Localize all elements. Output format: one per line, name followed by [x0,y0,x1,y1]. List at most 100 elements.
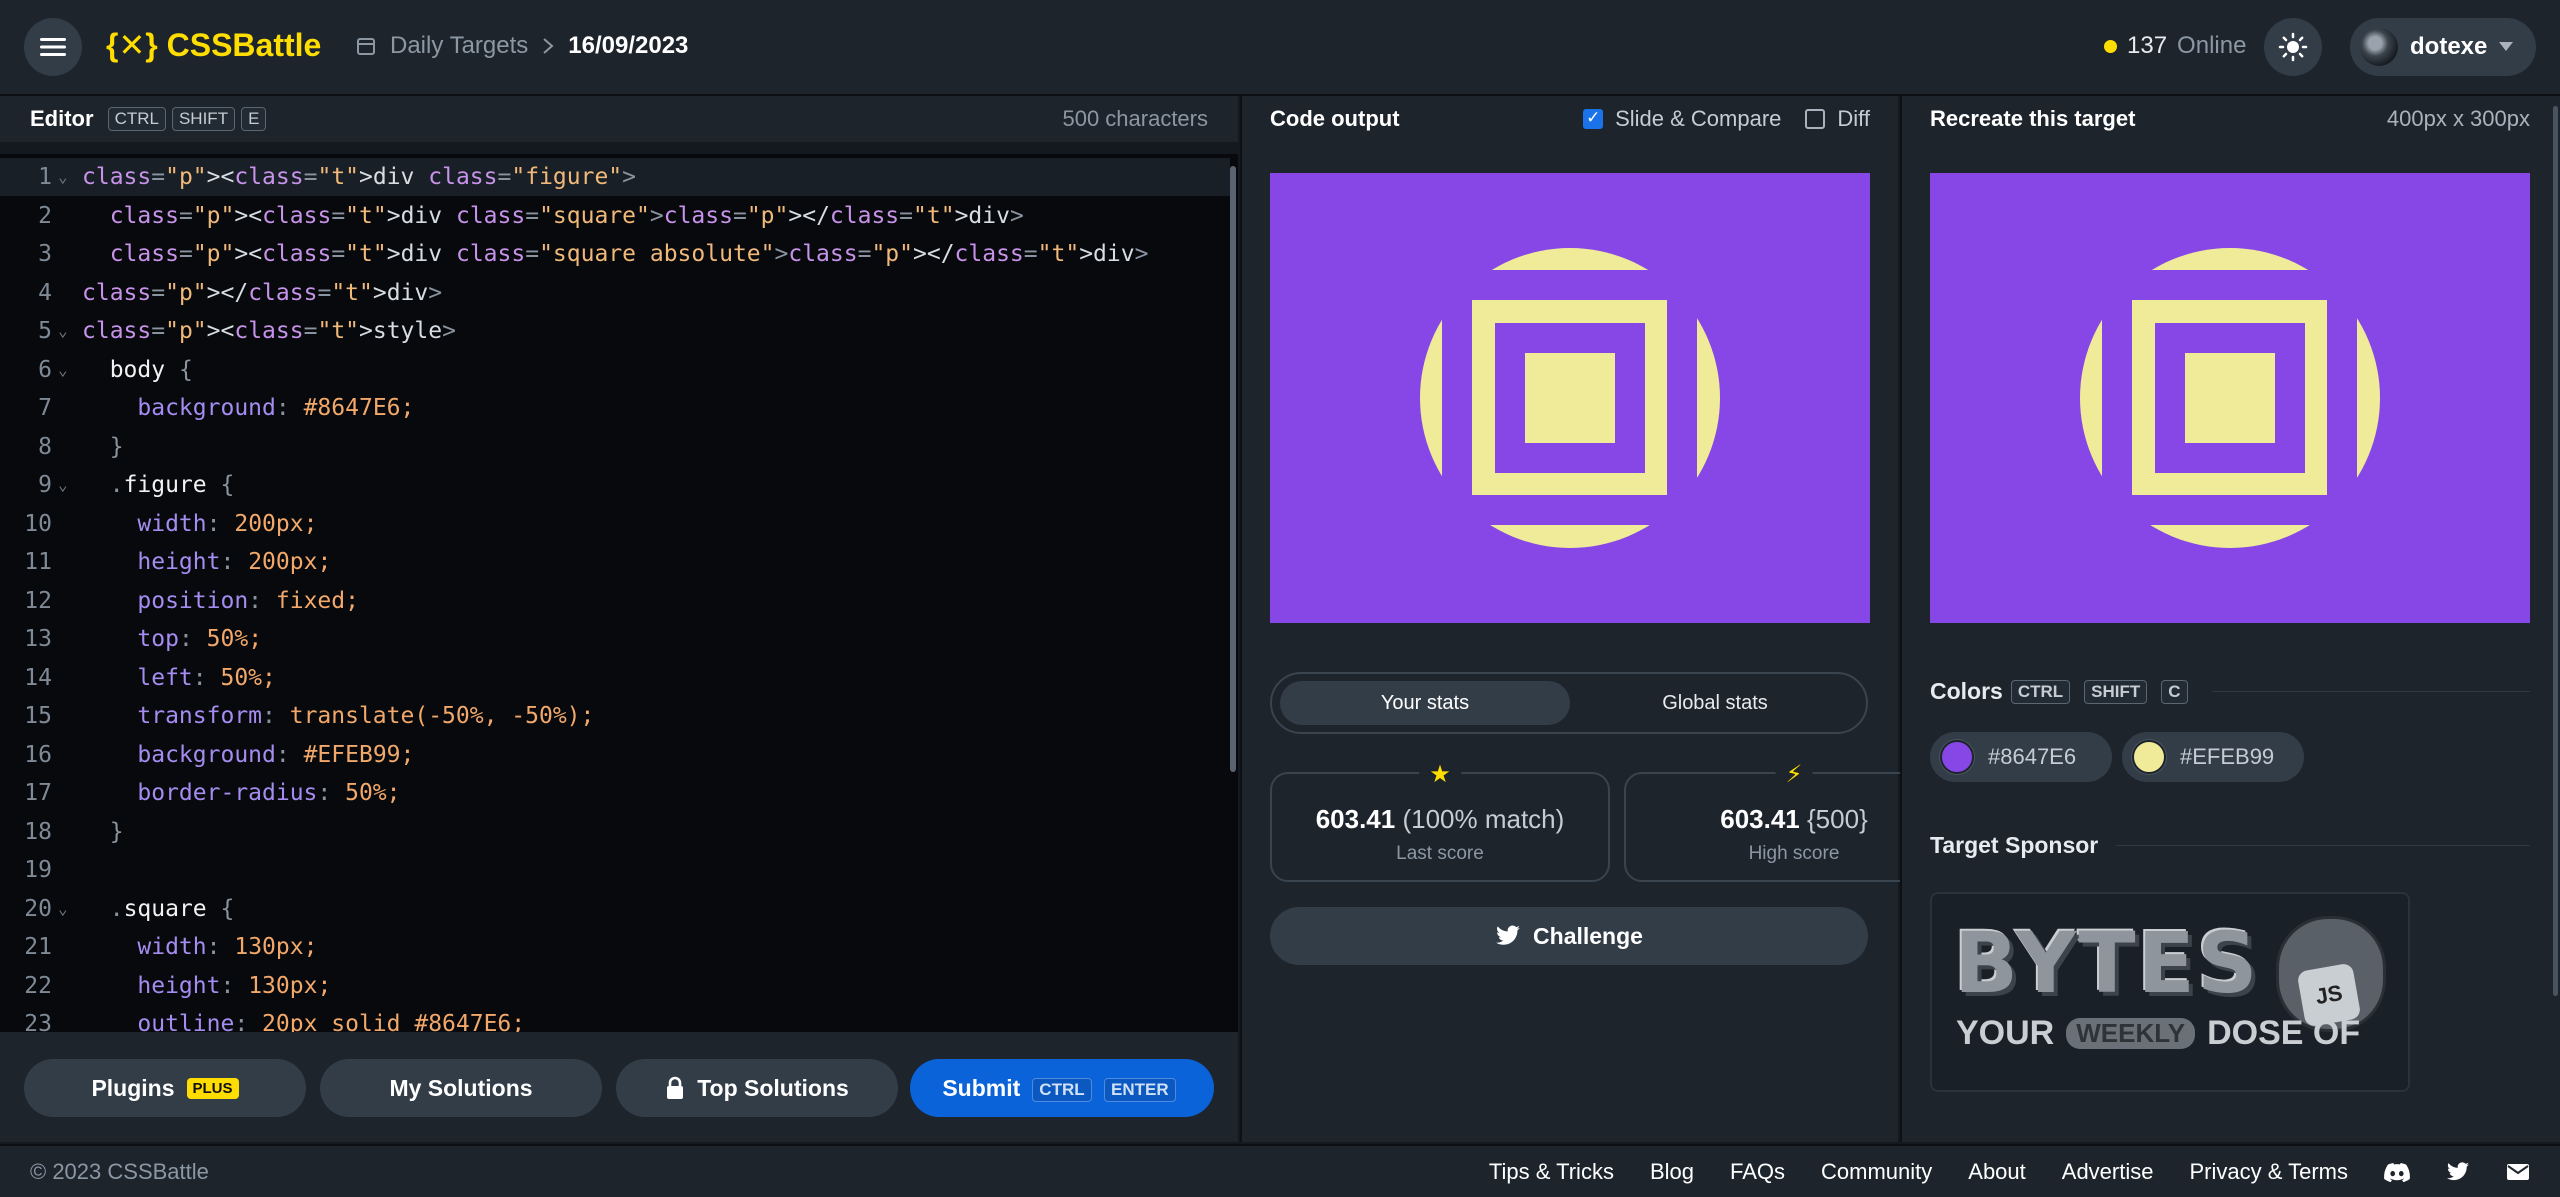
preview-circle [1420,248,1720,548]
code-line[interactable]: 12 position: fixed; [0,582,1230,620]
shortcut-key: CTRL [2010,679,2071,704]
editor-scrollbar[interactable] [1230,166,1236,772]
line-number: 13 [24,626,52,652]
sponsor-tagline: YOUR WEEKLY DOSE OF [1956,1014,2360,1053]
code-line[interactable]: 7 background: #8647E6; [0,389,1230,427]
slide-compare-toggle[interactable]: Slide & Compare [1583,106,1781,132]
code-text: position: fixed; [137,587,359,614]
top-solutions-button[interactable]: Top Solutions [616,1059,898,1117]
code-text: .square { [109,895,235,922]
last-score-label: Last score [1396,843,1484,864]
code-line[interactable]: 10 width: 200px; [0,505,1230,543]
email-icon[interactable] [2506,1163,2530,1181]
footer-link-faqs[interactable]: FAQs [1730,1159,1785,1185]
footer-link-advertise[interactable]: Advertise [2062,1159,2154,1185]
fold-chevron-icon[interactable]: ⌄ [58,312,68,350]
preview-square-absolute [1495,323,1645,473]
code-text: body { [109,356,193,383]
line-number: 2 [38,202,52,229]
plugins-button[interactable]: Plugins PLUS [24,1059,306,1117]
diff-checkbox[interactable] [1805,109,1826,129]
code-line[interactable]: 16 background: #EFEB99; [0,736,1230,774]
last-score-match: (100% match) [1402,804,1565,834]
footer: © 2023 CSSBattle Tips & Tricks Blog FAQs… [0,1144,2560,1197]
fold-chevron-icon[interactable]: ⌄ [58,351,68,389]
chevron-down-icon [2499,42,2514,51]
discord-icon[interactable] [2384,1162,2410,1182]
code-line[interactable]: 8 } [0,428,1230,466]
fold-chevron-icon[interactable]: ⌄ [58,466,68,504]
sponsor-banner[interactable]: BYTES JS YOUR WEEKLY DOSE OF [1930,892,2410,1092]
code-editor[interactable]: 1 ⌄ class="p"><class="t">div class="figure… [0,154,1238,1032]
code-line[interactable]: 15 transform: translate(-50%, -50%); [0,697,1230,735]
code-line[interactable]: 11 height: 200px; [0,543,1230,581]
code-line[interactable]: 3 class="p"><class="t">div class="square… [0,235,1230,273]
code-line[interactable]: 1 ⌄ class="p"><class="t">div class="figure… [0,158,1230,196]
editor-header: Editor CTRL SHIFT E 500 characters [0,96,1238,142]
line-number: 11 [24,549,52,575]
colors-title: Colors [1930,678,2003,704]
breadcrumb-date: 16/09/2023 [568,32,689,59]
avatar [2360,28,2398,66]
footer-link-community[interactable]: Community [1821,1159,1932,1185]
my-solutions-button[interactable]: My Solutions [320,1059,602,1117]
output-title: Code output [1270,106,1400,131]
code-line[interactable]: 21 width: 130px; [0,928,1230,966]
challenge-button[interactable]: Challenge [1270,907,1868,965]
code-text: top: 50%; [137,626,263,652]
footer-link-blog[interactable]: Blog [1650,1159,1694,1185]
diff-toggle[interactable]: Diff [1805,106,1870,132]
tab-your-stats[interactable]: Your stats [1280,681,1570,725]
plugins-label: Plugins [91,1074,175,1101]
footer-link-privacy[interactable]: Privacy & Terms [2189,1159,2348,1185]
code-line[interactable]: 19 [0,851,1230,889]
submit-button[interactable]: Submit CTRL ENTER [910,1059,1214,1117]
code-line[interactable]: 4 class="p"></class="t">div> [0,274,1230,312]
menu-button[interactable] [24,18,82,76]
breadcrumb-section[interactable]: Daily Targets [390,32,528,60]
footer-link-tips[interactable]: Tips & Tricks [1489,1159,1614,1185]
shortcut-key: SHIFT [171,107,236,131]
footer-link-about[interactable]: About [1968,1159,2026,1185]
code-line[interactable]: 5 ⌄ class="p"><class="t">style> [0,312,1230,350]
fold-chevron-icon[interactable]: ⌄ [58,890,68,928]
code-line[interactable]: 22 height: 130px; [0,967,1230,1005]
code-line[interactable]: 14 left: 50%; [0,659,1230,697]
code-text: class="p"><class="t">style> [82,318,456,344]
lock-icon [667,1076,684,1099]
username: dotexe [2410,33,2488,60]
code-line[interactable]: 20 ⌄ .square { [0,890,1230,928]
code-text: class="p"><class="t">div class="square a… [109,241,1149,267]
tab-global-stats[interactable]: Global stats [1570,681,1860,725]
code-line[interactable]: 2 class="p"><class="t">div class="square… [0,197,1230,235]
slide-compare-checkbox[interactable] [1583,108,1604,129]
code-line[interactable]: 13 top: 50%; [0,620,1230,658]
code-line[interactable]: 17 border-radius: 50%; [0,774,1230,812]
line-number: 14 [24,664,52,691]
sun-icon [2278,32,2308,62]
color-chip-yellow[interactable]: #EFEB99 [2122,732,2304,782]
color-chip-purple[interactable]: #8647E6 [1930,732,2112,782]
target-preview[interactable] [1930,173,2530,623]
chevron-right-icon [543,38,554,54]
code-line[interactable]: 9 ⌄ .figure { [0,466,1230,504]
lightning-icon: ⚡ [1775,760,1813,789]
online-dot-icon [2104,39,2117,53]
code-line[interactable]: 18 } [0,813,1230,851]
code-output-preview[interactable] [1270,173,1870,623]
user-menu[interactable]: dotexe [2350,18,2536,76]
line-number: 5 [38,318,52,344]
sponsor-tagline-3: DOSE OF [2207,1014,2361,1052]
theme-toggle-button[interactable] [2264,18,2322,76]
target-scrollbar[interactable] [2553,106,2558,996]
online-count: 137 [2127,32,2168,59]
code-line[interactable]: 6 ⌄ body { [0,351,1230,389]
twitter-icon[interactable] [2446,1161,2470,1182]
shortcut-key: C [2161,679,2188,704]
sponsor-tagline-2: WEEKLY [2066,1018,2196,1049]
code-line[interactable]: 23 outline: 20px solid #8647E6; [0,1005,1230,1032]
copyright: © 2023 CSSBattle [30,1158,209,1184]
fold-chevron-icon[interactable]: ⌄ [58,158,68,196]
logo[interactable]: {✕} CSSBattle [106,26,321,64]
target-circle [2080,248,2380,548]
